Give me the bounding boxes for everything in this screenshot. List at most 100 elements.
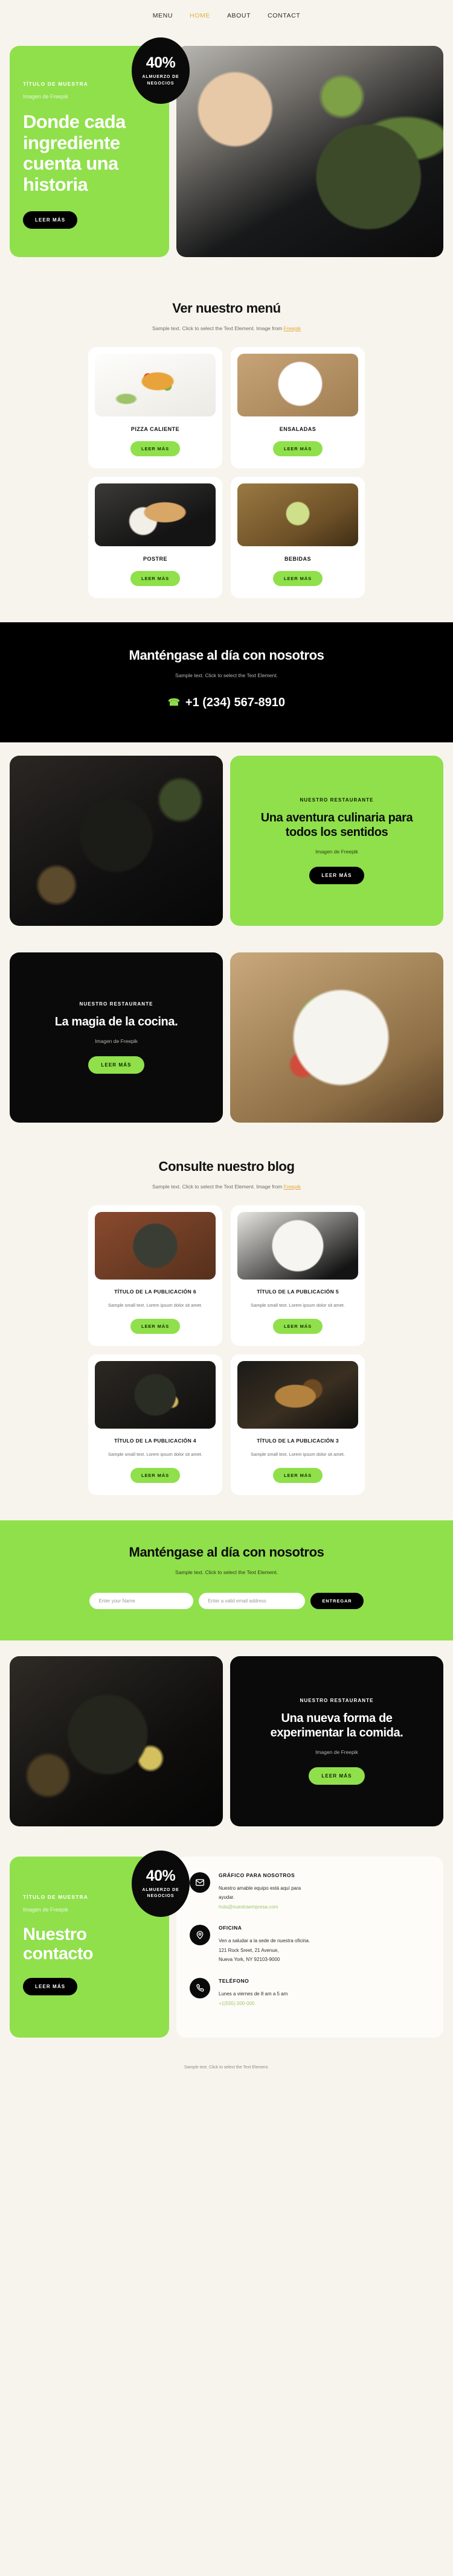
phone-number: +1 (234) 567-8910: [185, 695, 286, 709]
freepik-link[interactable]: Freepik: [284, 325, 301, 331]
main-navigation: MENU HOME ABOUT CONTACT: [0, 0, 453, 31]
envelope-icon: [190, 1872, 210, 1893]
contact-read-more-button[interactable]: LEER MÁS: [23, 1978, 78, 1996]
menu-card-image: [95, 354, 216, 417]
menu-card-title: ENSALADAS: [279, 426, 316, 433]
menu-subtitle-text: Sample text. Click to select the Text El…: [152, 325, 284, 331]
newsletter-subtitle: Sample text. Click to select the Text El…: [175, 1569, 278, 1576]
menu-card[interactable]: BEBIDAS LEER MÁS: [231, 477, 365, 599]
blog-card-title: TÍTULO DE LA PUBLICACIÓN 6: [114, 1289, 196, 1295]
newsletter-title: Manténgase al día con nosotros: [129, 1545, 324, 1560]
menu-card-button[interactable]: LEER MÁS: [130, 441, 180, 457]
menu-card-button[interactable]: LEER MÁS: [130, 571, 180, 587]
feature-one-photo: [10, 756, 223, 926]
feature-three-button[interactable]: LEER MÁS: [309, 1767, 365, 1785]
feature-three-photo: [10, 1656, 223, 1826]
contact-block-email: GRÁFICO PARA NOSOTROS Nuestro amable equ…: [190, 1872, 430, 1912]
landing-page: MENU HOME ABOUT CONTACT TÍTULO DE MUESTR…: [0, 0, 453, 2085]
feature-two-photo: [230, 952, 443, 1123]
nav-item-menu[interactable]: MENU: [153, 12, 173, 19]
blog-card-image: [95, 1212, 216, 1280]
dark-cta-subtitle: Sample text. Click to select the Text El…: [175, 672, 278, 679]
menu-section-subtitle: Sample text. Click to select the Text El…: [10, 324, 443, 333]
hero-heading: Donde cada ingrediente cuenta una histor…: [23, 111, 126, 196]
blog-card-button[interactable]: LEER MÁS: [130, 1319, 180, 1334]
hero-image-credit: Imagen de Freepik: [23, 94, 69, 100]
feature-two-credit: Imagen de Freepik: [95, 1038, 138, 1044]
feature-three-credit: Imagen de Freepik: [315, 1749, 358, 1755]
feature-one-credit: Imagen de Freepik: [315, 848, 358, 855]
feature-one-button[interactable]: LEER MÁS: [309, 866, 364, 884]
email-input[interactable]: [199, 1592, 306, 1609]
feature-three-heading: Una nueva forma de experimentar la comid…: [270, 1711, 403, 1739]
phone-number-row[interactable]: ☎ +1 (234) 567-8910: [10, 696, 443, 710]
blog-card-button[interactable]: LEER MÁS: [273, 1319, 323, 1334]
footer-text: Sample text. Click to select the Text El…: [184, 2065, 269, 2070]
contact-block-line: Lunes a viernes de 8 am a 5 am: [219, 1991, 288, 1997]
blog-subtitle-text: Sample text. Click to select the Text El…: [152, 1183, 284, 1190]
contact-email-link[interactable]: hola@nuestraempresa.com: [219, 1902, 301, 1912]
menu-section: Ver nuestro menú Sample text. Click to s…: [0, 278, 453, 623]
menu-card-title: BEBIDAS: [284, 556, 311, 563]
menu-card-grid: PIZZA CALIENTE LEER MÁS ENSALADAS LEER M…: [10, 333, 443, 599]
contact-discount-percent: 40%: [146, 1867, 176, 1884]
feature-one-text-panel: NUESTRO RESTAURANTE Una aventura culinar…: [230, 755, 443, 926]
menu-card-button[interactable]: LEER MÁS: [273, 441, 323, 457]
contact-discount-label: ALMUERZO DE NEGOCIOS: [142, 1887, 179, 1899]
feature-three-section: NUESTRO RESTAURANTE Una nueva forma de e…: [0, 1640, 453, 1842]
newsletter-section: Manténgase al día con nosotros Sample te…: [0, 1520, 453, 1640]
blog-card[interactable]: TÍTULO DE LA PUBLICACIÓN 6 Sample small …: [88, 1205, 222, 1347]
blog-card-title: TÍTULO DE LA PUBLICACIÓN 5: [257, 1289, 339, 1295]
nav-item-about[interactable]: ABOUT: [227, 12, 251, 19]
feature-two-section: NUESTRO RESTAURANTE La magia de la cocin…: [0, 939, 453, 1136]
menu-card[interactable]: PIZZA CALIENTE LEER MÁS: [88, 347, 222, 469]
submit-button[interactable]: ENTREGAR: [310, 1592, 364, 1609]
feature-two-button[interactable]: LEER MÁS: [88, 1056, 144, 1074]
menu-card-title: POSTRE: [143, 556, 167, 563]
nav-item-contact[interactable]: CONTACT: [268, 12, 300, 19]
blog-card[interactable]: TÍTULO DE LA PUBLICACIÓN 5 Sample small …: [231, 1205, 365, 1347]
blog-card-text: Sample small text. Lorem ipsum dolor sit…: [108, 1452, 202, 1458]
menu-card-image: [95, 483, 216, 547]
blog-card[interactable]: TÍTULO DE LA PUBLICACIÓN 3 Sample small …: [231, 1354, 365, 1496]
feature-two-eyebrow: NUESTRO RESTAURANTE: [79, 1001, 153, 1007]
blog-card-text: Sample small text. Lorem ipsum dolor sit…: [108, 1302, 202, 1309]
contact-info-panel: GRÁFICO PARA NOSOTROS Nuestro amable equ…: [176, 1856, 443, 2038]
feature-three-text-panel: NUESTRO RESTAURANTE Una nueva forma de e…: [230, 1656, 443, 1826]
contact-phone-link[interactable]: +1(555) 000-000: [219, 1999, 288, 2009]
discount-label: ALMUERZO DE NEGOCIOS: [142, 75, 179, 86]
contact-block-title: TELÉFONO: [219, 1978, 249, 1985]
freepik-link[interactable]: Freepik: [284, 1184, 301, 1190]
contact-discount-badge: 40% ALMUERZO DE NEGOCIOS: [132, 1850, 190, 1917]
contact-block-line: Nuestro amable equipo está aquí para: [219, 1885, 301, 1891]
blog-card-image: [237, 1361, 358, 1429]
blog-card-button[interactable]: LEER MÁS: [130, 1468, 180, 1484]
contact-block-line: 121 Rock Sreet, 21 Avenue,: [219, 1947, 279, 1953]
blog-section-subtitle: Sample text. Click to select the Text El…: [10, 1182, 443, 1191]
blog-card-image: [95, 1361, 216, 1429]
blog-section-title: Consulte nuestro blog: [158, 1158, 295, 1174]
discount-badge: 40% ALMUERZO DE NEGOCIOS: [132, 37, 190, 104]
newsletter-form: ENTREGAR: [10, 1592, 443, 1609]
menu-card-image: [237, 354, 358, 417]
name-input[interactable]: [89, 1592, 194, 1609]
discount-percent: 40%: [146, 54, 176, 71]
contact-heading: Nuestro contacto: [23, 1924, 94, 1963]
nav-item-home[interactable]: HOME: [190, 12, 210, 19]
contact-block-line: Nueva York, NY 92103-9000: [219, 1957, 280, 1963]
menu-card[interactable]: POSTRE LEER MÁS: [88, 477, 222, 599]
menu-card-title: PIZZA CALIENTE: [130, 426, 180, 433]
blog-card[interactable]: TÍTULO DE LA PUBLICACIÓN 4 Sample small …: [88, 1354, 222, 1496]
blog-card-title: TÍTULO DE LA PUBLICACIÓN 4: [114, 1438, 196, 1444]
dark-cta-section: Manténgase al día con nosotros Sample te…: [0, 622, 453, 742]
map-pin-icon: [190, 1925, 210, 1946]
menu-card[interactable]: ENSALADAS LEER MÁS: [231, 347, 365, 469]
feature-one-heading: Una aventura culinaria para todos los se…: [260, 811, 413, 839]
menu-card-button[interactable]: LEER MÁS: [273, 571, 323, 587]
blog-card-button[interactable]: LEER MÁS: [273, 1468, 323, 1484]
hero-read-more-button[interactable]: LEER MÁS: [23, 211, 78, 229]
hero-section: TÍTULO DE MUESTRA Imagen de Freepik Dond…: [0, 31, 453, 278]
blog-card-text: Sample small text. Lorem ipsum dolor sit…: [251, 1452, 345, 1458]
contact-image-credit: Imagen de Freepik: [23, 1906, 69, 1913]
phone-icon: ☎: [167, 698, 180, 709]
